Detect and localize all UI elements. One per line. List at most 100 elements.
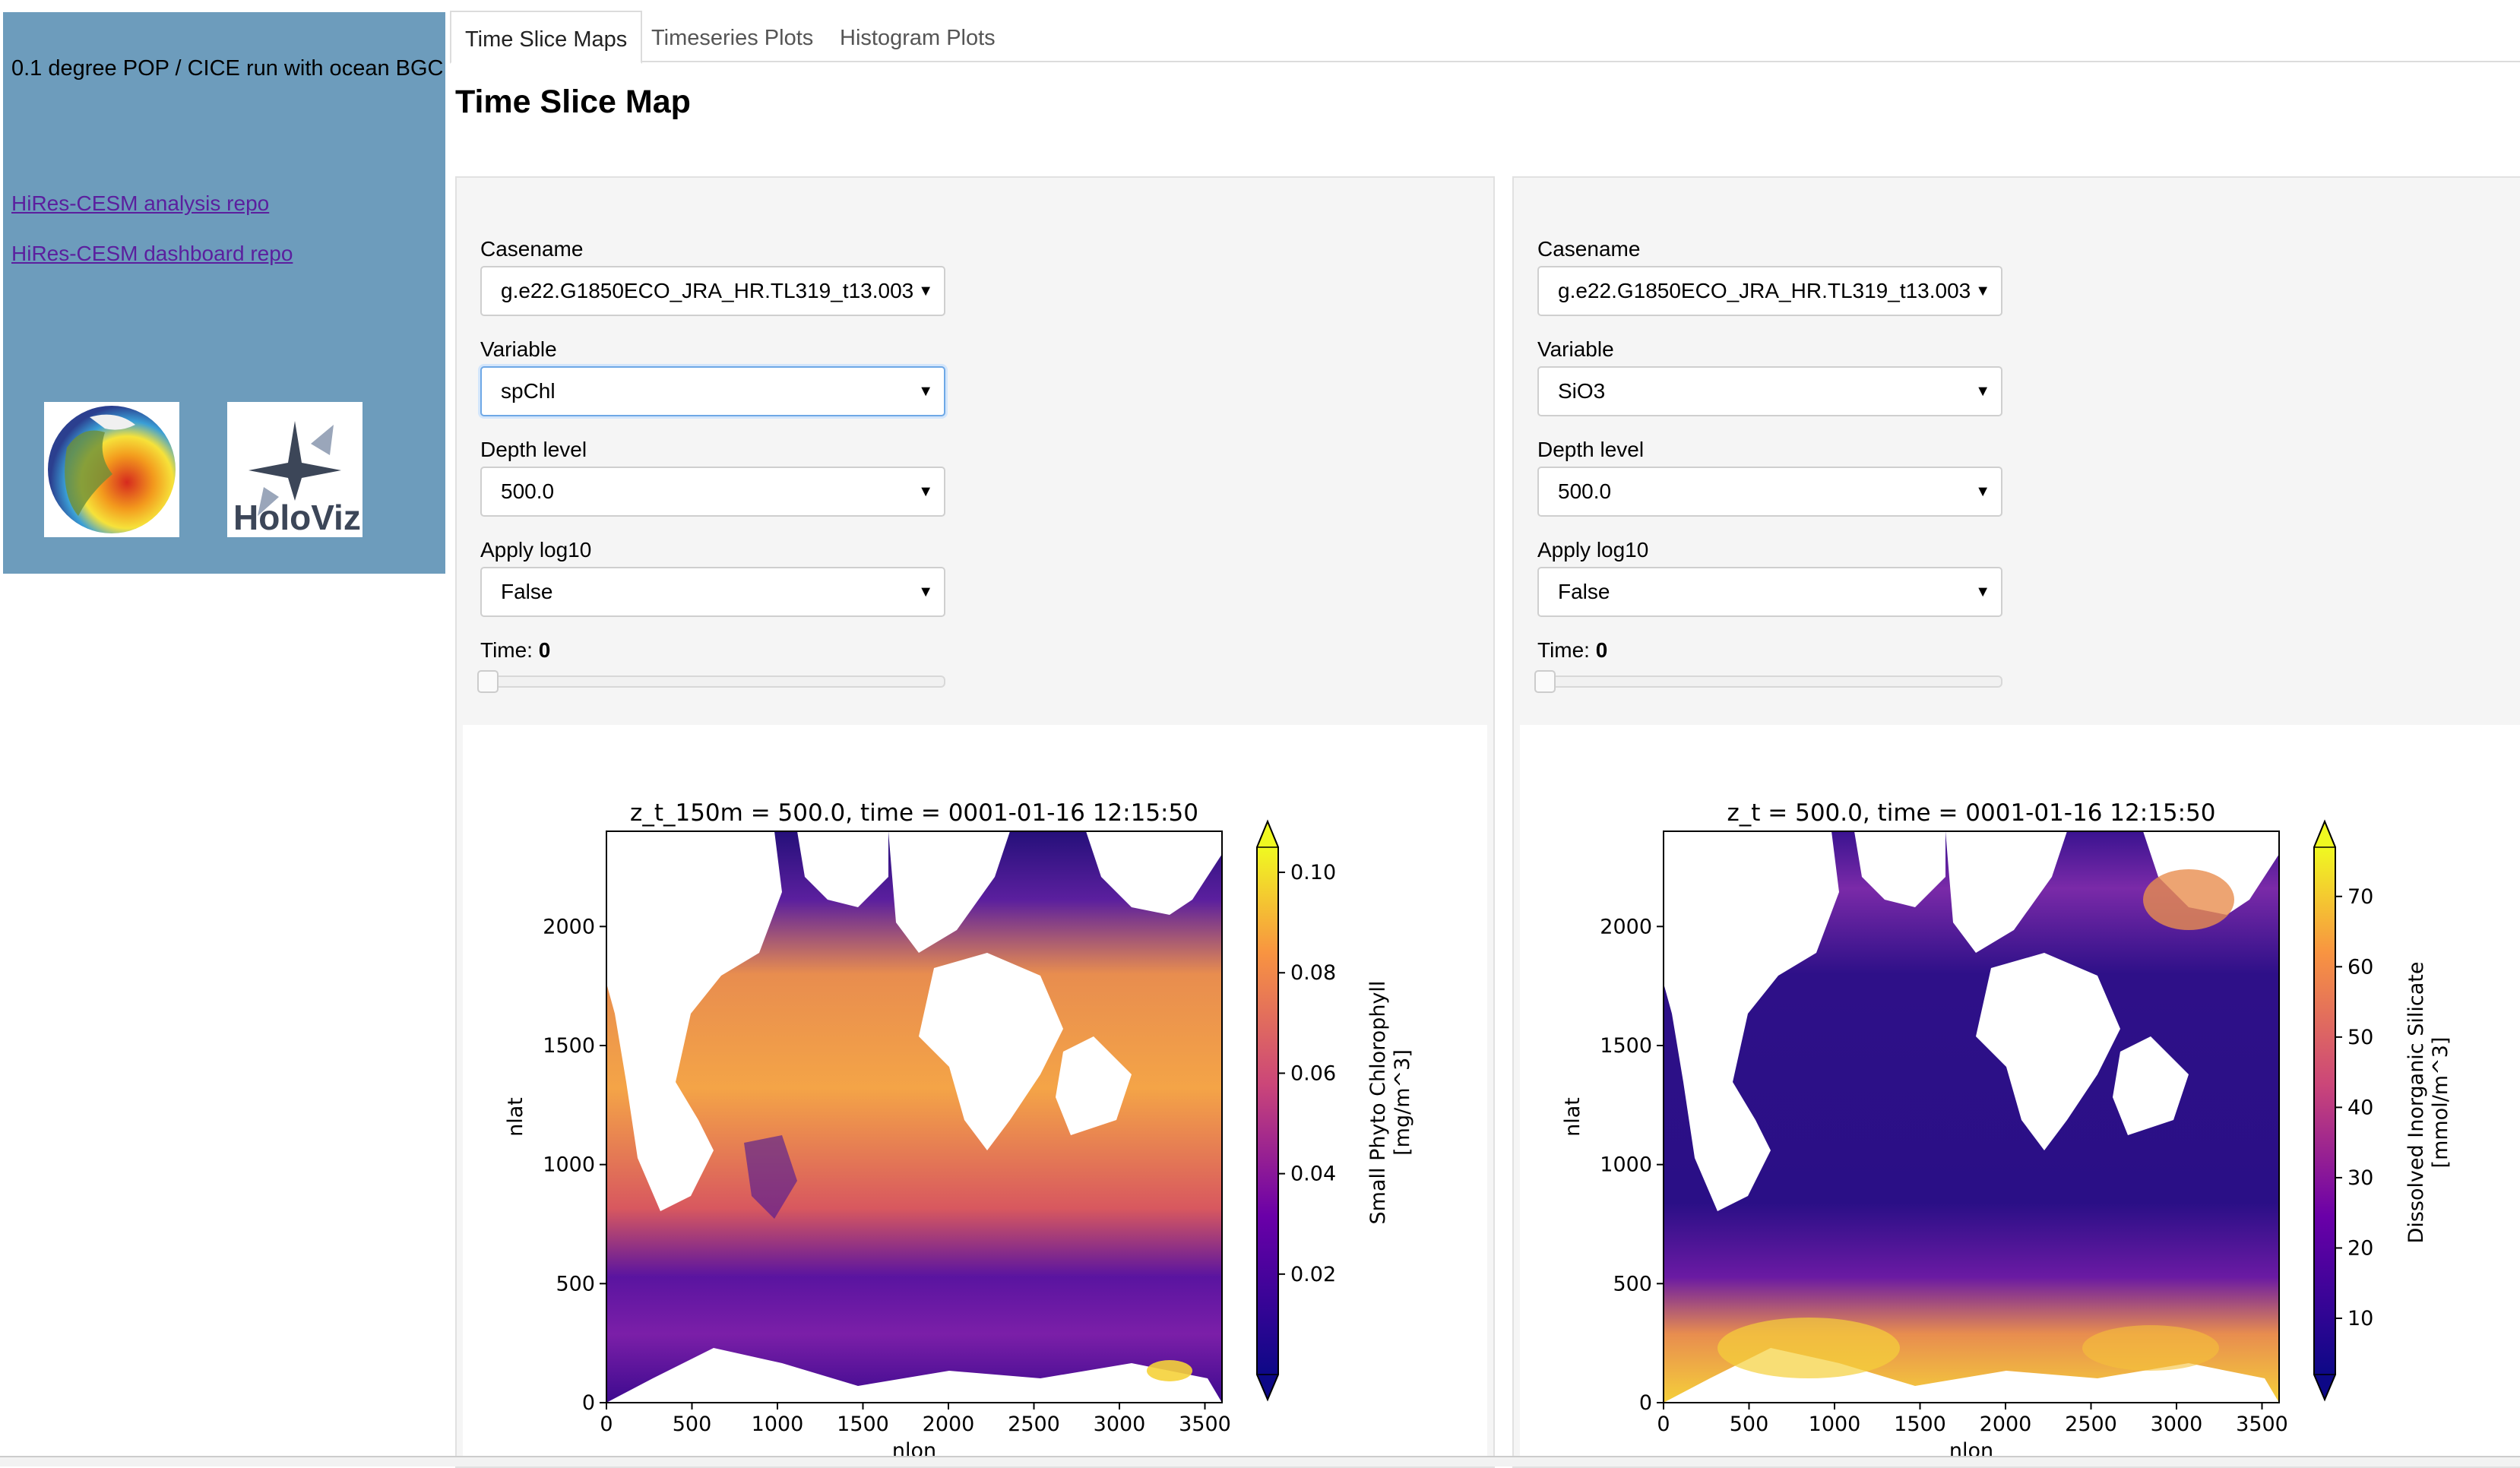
casename-label: Casename bbox=[1537, 237, 1641, 261]
colorbar-label-line2: [mg/m^3] bbox=[1391, 1049, 1414, 1156]
log10-label: Apply log10 bbox=[1537, 538, 1649, 562]
time-label: Time: 0 bbox=[480, 638, 550, 663]
depth-value: 500.0 bbox=[1558, 479, 1612, 503]
colorbar-tick-label: 20 bbox=[2347, 1236, 2373, 1260]
x-tick-label: 3500 bbox=[1179, 1413, 1231, 1436]
dropdown-arrow-icon: ▼ bbox=[1975, 283, 1990, 299]
variable-select[interactable]: spChl ▼ bbox=[480, 366, 945, 416]
time-label-text: Time: bbox=[480, 638, 533, 662]
colorbar-extend-max bbox=[1255, 820, 1280, 848]
casename-value: g.e22.G1850ECO_JRA_HR.TL319_t13.003 bbox=[1558, 279, 1971, 302]
colorbar-extend-max bbox=[2313, 820, 2337, 848]
dropdown-arrow-icon: ▼ bbox=[1975, 483, 1990, 500]
time-label: Time: 0 bbox=[1537, 638, 1607, 663]
casename-select[interactable]: g.e22.G1850ECO_JRA_HR.TL319_t13.003 ▼ bbox=[480, 266, 945, 316]
variable-label: Variable bbox=[1537, 337, 1614, 361]
colorbar-tick-label: 0.02 bbox=[1290, 1263, 1336, 1286]
sidebar: 0.1 degree POP / CICE run with ocean BGC… bbox=[3, 12, 445, 574]
time-slider-handle[interactable] bbox=[1534, 670, 1556, 693]
chart-title: z_t_150m = 500.0, time = 0001-01-16 12:1… bbox=[630, 799, 1198, 827]
panel-right: Casename g.e22.G1850ECO_JRA_HR.TL319_t13… bbox=[1512, 176, 2520, 1468]
casename-label: Casename bbox=[480, 237, 584, 261]
heatmap-chart: z_t_150m = 500.0, time = 0001-01-16 12:1… bbox=[504, 799, 1414, 1463]
tab-time-slice-maps[interactable]: Time Slice Maps bbox=[450, 11, 643, 64]
variable-select[interactable]: SiO3 ▼ bbox=[1537, 366, 2002, 416]
log10-value: False bbox=[1558, 580, 1610, 603]
y-tick-label: 1000 bbox=[1600, 1153, 1652, 1177]
dropdown-arrow-icon: ▼ bbox=[1975, 584, 1990, 600]
log10-value: False bbox=[501, 580, 553, 603]
x-tick-label: 2000 bbox=[923, 1413, 975, 1436]
colorbar-ticks: 0.02 0.04 0.06 0.08 0.10 bbox=[1278, 861, 1336, 1286]
time-slider-handle[interactable] bbox=[477, 670, 499, 693]
dropdown-arrow-icon: ▼ bbox=[918, 383, 933, 400]
heatmap-field bbox=[606, 831, 1222, 1403]
colorbar-tick-label: 10 bbox=[2347, 1307, 2373, 1330]
x-tick-label: 3500 bbox=[2236, 1413, 2288, 1436]
colorbar-tick-label: 0.04 bbox=[1290, 1163, 1336, 1186]
y-tick-label: 2000 bbox=[543, 915, 595, 938]
depth-select[interactable]: 500.0 ▼ bbox=[480, 467, 945, 517]
panel-left: Casename g.e22.G1850ECO_JRA_HR.TL319_t13… bbox=[455, 176, 1495, 1468]
dashboard-repo-link[interactable]: HiRes-CESM dashboard repo bbox=[11, 242, 293, 266]
tab-bar: Time Slice Maps Timeseries Plots Histogr… bbox=[450, 11, 2520, 64]
y-tick-label: 2000 bbox=[1600, 915, 1652, 938]
x-tick-label: 0 bbox=[1657, 1413, 1670, 1436]
x-tick-label: 500 bbox=[673, 1413, 712, 1436]
tab-timeseries-plots[interactable]: Timeseries Plots bbox=[638, 11, 827, 61]
analysis-repo-link[interactable]: HiRes-CESM analysis repo bbox=[11, 191, 269, 216]
x-tick-label: 2000 bbox=[1980, 1413, 2032, 1436]
plot-card: z_t_150m = 500.0, time = 0001-01-16 12:1… bbox=[463, 725, 1487, 1466]
y-tick-label: 500 bbox=[556, 1272, 595, 1296]
x-tick-label: 1500 bbox=[1894, 1413, 1946, 1436]
page-title: Time Slice Map bbox=[455, 84, 691, 120]
depth-label: Depth level bbox=[1537, 438, 1645, 461]
variable-label: Variable bbox=[480, 337, 557, 361]
dropdown-arrow-icon: ▼ bbox=[918, 584, 933, 600]
colorbar-tick-label: 70 bbox=[2347, 885, 2373, 909]
y-tick-label: 500 bbox=[1613, 1272, 1652, 1296]
time-value: 0 bbox=[1595, 638, 1608, 662]
time-slider[interactable] bbox=[477, 670, 945, 693]
colorbar-ticks: 10 20 30 40 50 60 70 bbox=[2335, 885, 2373, 1330]
colorbar bbox=[2314, 847, 2335, 1375]
x-tick-label: 500 bbox=[1730, 1413, 1769, 1436]
time-value: 0 bbox=[538, 638, 551, 662]
log10-select[interactable]: False ▼ bbox=[480, 567, 945, 617]
y-tick-label: 0 bbox=[1639, 1391, 1652, 1415]
x-tick-label: 2500 bbox=[1008, 1413, 1060, 1436]
x-tick-label: 2500 bbox=[2065, 1413, 2117, 1436]
colorbar-extend-min bbox=[1255, 1374, 1280, 1401]
dropdown-arrow-icon: ▼ bbox=[1975, 383, 1990, 400]
colorbar-tick-label: 60 bbox=[2347, 955, 2373, 979]
x-tick-label: 1000 bbox=[1809, 1413, 1861, 1436]
colorbar bbox=[1257, 847, 1278, 1375]
y-tick-label: 1500 bbox=[543, 1034, 595, 1058]
colorbar-tick-label: 50 bbox=[2347, 1026, 2373, 1049]
heatmap-field bbox=[1664, 831, 2279, 1403]
chart-title: z_t = 500.0, time = 0001-01-16 12:15:50 bbox=[1727, 799, 2215, 827]
variable-value: spChl bbox=[501, 379, 556, 403]
plot-card: z_t = 500.0, time = 0001-01-16 12:15:50 … bbox=[1520, 725, 2520, 1466]
log10-select[interactable]: False ▼ bbox=[1537, 567, 2002, 617]
tab-histogram-plots[interactable]: Histogram Plots bbox=[826, 11, 1009, 61]
sidebar-title: 0.1 degree POP / CICE run with ocean BGC bbox=[11, 56, 444, 81]
colorbar-tick-label: 40 bbox=[2347, 1096, 2373, 1119]
cesm-globe-logo bbox=[44, 402, 179, 537]
casename-select[interactable]: g.e22.G1850ECO_JRA_HR.TL319_t13.003 ▼ bbox=[1537, 266, 2002, 316]
colorbar-extend-min bbox=[2313, 1374, 2337, 1401]
depth-value: 500.0 bbox=[501, 479, 555, 503]
holoviz-logo: HoloViz bbox=[227, 402, 362, 537]
time-slider[interactable] bbox=[1534, 670, 2002, 693]
casename-value: g.e22.G1850ECO_JRA_HR.TL319_t13.003 bbox=[501, 279, 914, 302]
depth-select[interactable]: 500.0 ▼ bbox=[1537, 467, 2002, 517]
colorbar-label-line1: Small Phyto Chlorophyll bbox=[1366, 981, 1390, 1225]
colorbar-label-line2: [mmol/m^3] bbox=[2429, 1037, 2452, 1169]
colorbar-tick-label: 30 bbox=[2347, 1166, 2373, 1190]
colorbar-tick-label: 0.06 bbox=[1290, 1061, 1336, 1085]
dropdown-arrow-icon: ▼ bbox=[918, 483, 933, 500]
x-tick-label: 3000 bbox=[2151, 1413, 2203, 1436]
log10-label: Apply log10 bbox=[480, 538, 592, 562]
heatmap-chart: z_t = 500.0, time = 0001-01-16 12:15:50 … bbox=[1561, 799, 2452, 1463]
holoviz-logo-text: HoloViz bbox=[233, 498, 361, 537]
